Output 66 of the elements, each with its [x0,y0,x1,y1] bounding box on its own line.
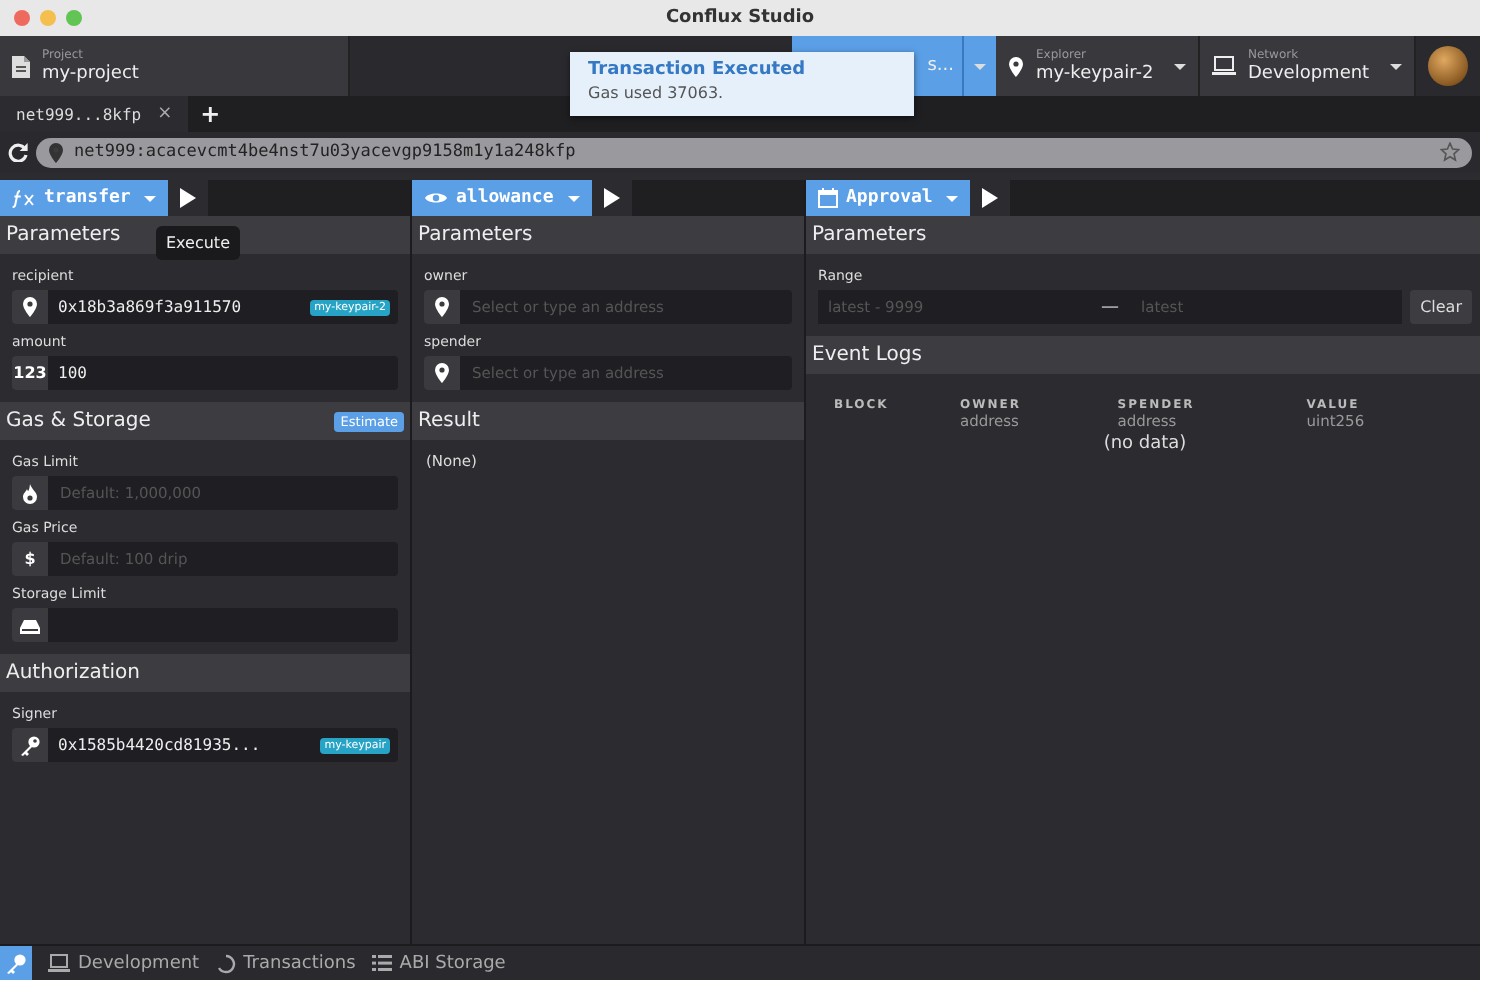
empty-message: (no data) [1101,434,1189,454]
reload-icon[interactable] [8,142,28,162]
calendar-icon [818,188,838,208]
tab-label: net999...8kfp [16,105,142,123]
keys-button[interactable] [0,946,32,980]
section-title: Parameters [6,224,121,246]
flame-icon [22,483,38,503]
section-title: Parameters [418,224,533,246]
key-icon [20,735,40,755]
address-field[interactable]: net999:acacevcmt4be4nst7u03yacevgp9158m1y1a248kfp [36,137,1472,167]
contract-name: s... [927,55,954,77]
location-pin-icon [434,362,450,384]
location-pin-icon [1008,55,1024,77]
range-separator: — [1099,297,1122,317]
laptop-icon [48,954,70,972]
method-name: allowance [456,188,554,208]
address-text: net999:acacevcmt4be4nst7u03yacevgp9158m1y1a248kfp [74,142,576,162]
tooltip: Execute [156,226,240,260]
field-value: 100 [56,364,89,382]
document-icon [12,55,30,77]
section-title: Result [418,410,480,432]
section-title: Event Logs [812,344,922,366]
laptop-icon [1212,56,1236,76]
function-icon [12,188,36,208]
location-pin-icon [48,141,64,163]
method-name: Approval [846,188,933,208]
spinner-icon [215,953,236,973]
section-title: Gas & Storage [6,410,151,432]
maximize-button[interactable] [66,10,82,26]
star-icon[interactable] [1440,142,1460,162]
clear-button[interactable]: Clear [1410,290,1472,324]
section-title: Authorization [6,662,140,684]
play-icon [982,188,999,208]
execute-button[interactable] [591,180,632,216]
field-value: 0x18b3a869f3a911570 [56,298,244,316]
key-icon [6,953,26,973]
play-icon [603,188,620,208]
browser-tab[interactable]: net999...8kfp × [0,96,189,132]
window-title: Conflux Studio [663,8,817,28]
method-name: transfer [44,188,131,208]
status-bar-item[interactable]: Transactions [215,953,356,973]
execute-button[interactable] [168,180,209,216]
status-bar-item[interactable]: ABI Storage [371,953,506,973]
close-button[interactable] [14,10,30,26]
location-pin-icon [22,296,38,318]
play-icon [180,188,197,208]
execute-button[interactable] [970,180,1011,216]
account-name: my-keypair-2 [1036,63,1156,85]
input-field[interactable]: 123 100 [12,356,398,390]
dropdown-button[interactable] [962,36,996,96]
list-icon [371,954,392,972]
project-name: my-project [42,63,139,85]
eye-icon [424,190,448,206]
field-prefix: 123 [12,356,48,390]
avatar-icon[interactable] [1428,46,1468,86]
tab-close-button[interactable]: × [157,104,173,124]
network-name: Development [1248,63,1372,85]
drive-icon [20,617,40,633]
toast-title: Transaction Executed [588,60,808,80]
section-title: Parameters [812,224,927,246]
field-prefix: $ [12,542,48,576]
new-tab-button[interactable]: + [188,96,233,132]
toast-message: Gas used 37063. [588,84,726,102]
field-value: 0x1585b4420cd81935... [56,736,263,754]
location-pin-icon [434,296,450,318]
status-bar-item[interactable]: Development [48,953,200,973]
